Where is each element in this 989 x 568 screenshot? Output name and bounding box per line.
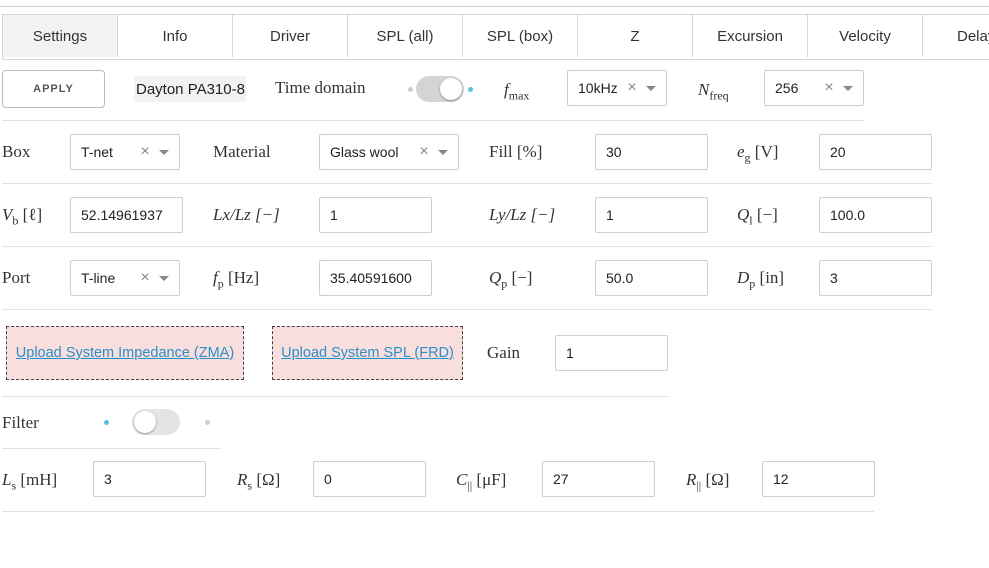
port-label: Port: [2, 268, 31, 287]
tab-excursion[interactable]: Excursion: [693, 15, 808, 57]
nfreq-select[interactable]: 256 ×: [764, 70, 864, 106]
upload-frd-button[interactable]: Upload System SPL (FRD): [272, 326, 463, 380]
nfreq-value: 256: [775, 80, 799, 96]
port-select[interactable]: T-line ×: [70, 260, 180, 296]
eg-symbol: e: [737, 142, 745, 161]
cp-label: C|| [μF]: [456, 470, 506, 493]
qp-input[interactable]: 50.0: [595, 260, 708, 296]
fp-unit: [Hz]: [223, 268, 260, 287]
ls-input[interactable]: 3: [93, 461, 206, 497]
toggle-off-dot: [408, 87, 413, 92]
filter-label: Filter: [2, 413, 39, 432]
clear-icon[interactable]: ×: [819, 79, 839, 97]
nfreq-subscript: freq: [709, 88, 729, 103]
clear-icon[interactable]: ×: [135, 269, 155, 287]
cp-symbol: C: [456, 470, 468, 489]
upload-zma-button[interactable]: Upload System Impedance (ZMA): [6, 326, 244, 380]
fmax-value: 10kHz: [578, 80, 618, 96]
tab-spl-box[interactable]: SPL (box): [463, 15, 578, 57]
qp-unit: [−]: [507, 268, 533, 287]
tab-settings[interactable]: Settings: [3, 15, 118, 57]
material-value: Glass wool: [330, 144, 399, 160]
toggle-knob: [134, 411, 156, 433]
toggle-on-dot: [104, 420, 109, 425]
time-domain-label: Time domain: [275, 78, 366, 97]
rs-symbol: R: [237, 470, 248, 489]
fill-input[interactable]: 30: [595, 134, 708, 170]
top-divider: [0, 6, 989, 7]
chevron-down-icon[interactable]: [159, 149, 169, 155]
filter-toggle[interactable]: [132, 409, 180, 435]
toggle-off-dot: [205, 420, 210, 425]
ls-unit: [mH]: [16, 470, 58, 489]
eg-unit: [V]: [750, 142, 779, 161]
rp-input[interactable]: 12: [762, 461, 875, 497]
tab-delay[interactable]: Delay: [923, 15, 989, 57]
box-value: T-net: [81, 144, 113, 160]
dp-unit: [in]: [755, 268, 785, 287]
ql-input[interactable]: 100.0: [819, 197, 932, 233]
qp-label: Qp [−]: [489, 268, 532, 291]
fmax-label: fmax: [504, 80, 529, 103]
nfreq-symbol: N: [698, 80, 710, 99]
nfreq-label: Nfreq: [698, 80, 729, 103]
dp-label: Dp [in]: [737, 268, 784, 291]
fp-label: fp [Hz]: [213, 268, 259, 291]
lylz-input[interactable]: 1: [595, 197, 708, 233]
toggle-knob: [440, 78, 462, 100]
tab-spl-all[interactable]: SPL (all): [348, 15, 463, 57]
ql-unit: [−]: [752, 205, 778, 224]
fmax-subscript: max: [508, 88, 530, 103]
tab-bar: Settings Info Driver SPL (all) SPL (box)…: [2, 14, 989, 60]
tab-driver[interactable]: Driver: [233, 15, 348, 57]
time-domain-toggle[interactable]: [416, 76, 464, 102]
cp-unit: [μF]: [472, 470, 507, 489]
fmax-select[interactable]: 10kHz ×: [567, 70, 667, 106]
tab-z[interactable]: Z: [578, 15, 693, 57]
chevron-down-icon[interactable]: [438, 149, 448, 155]
fill-label: Fill [%]: [489, 142, 543, 161]
toggle-on-dot: [468, 87, 473, 92]
ls-label: Ls [mH]: [2, 470, 57, 493]
clear-icon[interactable]: ×: [414, 143, 434, 161]
chevron-down-icon[interactable]: [646, 85, 656, 91]
fp-input[interactable]: 35.40591600: [319, 260, 432, 296]
ql-label: Ql [−]: [737, 205, 778, 228]
dp-symbol: D: [737, 268, 750, 287]
rs-input[interactable]: 0: [313, 461, 426, 497]
lxlz-label: Lx/Lz [−]: [213, 205, 280, 224]
lxlz-input[interactable]: 1: [319, 197, 432, 233]
material-select[interactable]: Glass wool ×: [319, 134, 459, 170]
rp-label: R|| [Ω]: [686, 470, 729, 493]
cp-input[interactable]: 27: [542, 461, 655, 497]
box-select[interactable]: T-net ×: [70, 134, 180, 170]
box-label: Box: [2, 142, 31, 161]
material-label: Material: [213, 142, 271, 161]
vb-symbol: V: [2, 205, 13, 224]
chevron-down-icon[interactable]: [843, 85, 853, 91]
lylz-label: Ly/Lz [−]: [489, 205, 556, 224]
tab-velocity[interactable]: Velocity: [808, 15, 923, 57]
port-value: T-line: [81, 270, 116, 286]
vb-unit: [ℓ]: [18, 205, 43, 224]
eg-input[interactable]: 20: [819, 134, 932, 170]
driver-name: Dayton PA310-8: [134, 76, 246, 102]
rs-label: Rs [Ω]: [237, 470, 280, 493]
gain-input[interactable]: 1: [555, 335, 668, 371]
clear-icon[interactable]: ×: [135, 143, 155, 161]
gain-label: Gain: [487, 343, 521, 362]
chevron-down-icon[interactable]: [159, 275, 169, 281]
tab-info[interactable]: Info: [118, 15, 233, 57]
clear-icon[interactable]: ×: [622, 79, 642, 97]
vb-input[interactable]: 52.14961937: [70, 197, 183, 233]
rp-unit: [Ω]: [701, 470, 730, 489]
ql-symbol: Q: [737, 205, 750, 224]
dp-input[interactable]: 3: [819, 260, 932, 296]
eg-label: eg [V]: [737, 142, 778, 165]
rs-unit: [Ω]: [252, 470, 281, 489]
vb-label: Vb [ℓ]: [2, 205, 42, 228]
rp-symbol: R: [686, 470, 697, 489]
qp-symbol: Q: [489, 268, 502, 287]
apply-button[interactable]: APPLY: [2, 70, 105, 108]
